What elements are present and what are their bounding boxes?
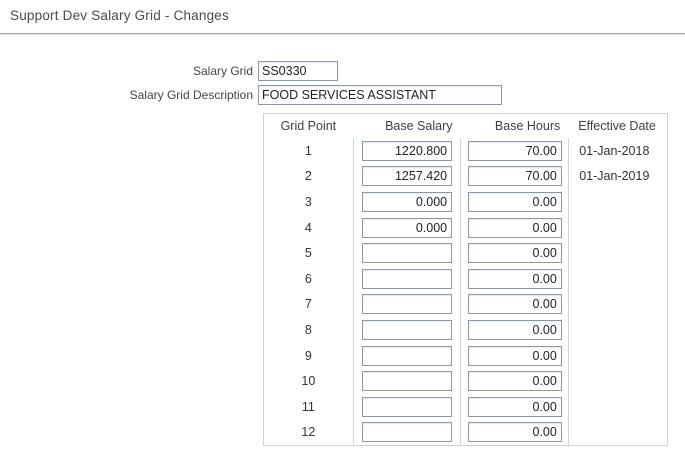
base-salary-input[interactable] <box>362 141 452 161</box>
grid-point-label: 1 <box>305 144 312 158</box>
grid-point-label: 5 <box>305 246 312 260</box>
table-row: 3 <box>264 189 667 215</box>
base-salary-input[interactable] <box>362 346 452 366</box>
grid-point-label: 3 <box>305 195 312 209</box>
table-row: 7 <box>264 292 667 318</box>
base-salary-input[interactable] <box>362 243 452 263</box>
table-row: 9 <box>264 343 667 369</box>
page-title: Support Dev Salary Grid - Changes <box>10 8 685 23</box>
table-row: 8 <box>264 317 667 343</box>
header-base-hours: Base Hours <box>461 119 569 133</box>
grid-point-label: 12 <box>301 425 315 439</box>
salary-grid-description-input[interactable] <box>258 85 502 105</box>
grid-point-label: 2 <box>305 169 312 183</box>
salary-grid-table-body: 1 01-Jan-2018 2 01-Jan-2019 3 <box>264 138 667 445</box>
table-row: 11 <box>264 394 667 420</box>
base-hours-input[interactable] <box>468 141 562 161</box>
table-row: 6 <box>264 266 667 292</box>
table-row: 12 <box>264 420 667 446</box>
salary-grid-table: Grid Point Base Salary Base Hours Effect… <box>263 113 668 446</box>
table-row: 10 <box>264 368 667 394</box>
base-hours-input[interactable] <box>468 371 562 391</box>
table-row: 1 01-Jan-2018 <box>264 138 667 164</box>
grid-point-label: 10 <box>301 374 315 388</box>
base-salary-input[interactable] <box>362 397 452 417</box>
base-hours-input[interactable] <box>468 269 562 289</box>
salary-grid-description-row: Salary Grid Description <box>0 85 685 105</box>
base-hours-input[interactable] <box>468 243 562 263</box>
grid-point-label: 11 <box>302 400 315 414</box>
header-grid-point: Grid Point <box>264 119 353 133</box>
salary-grid-form: Salary Grid Salary Grid Description <box>0 61 685 105</box>
base-hours-input[interactable] <box>468 346 562 366</box>
header-base-salary: Base Salary <box>353 119 461 133</box>
base-salary-input[interactable] <box>362 371 452 391</box>
table-row: 5 <box>264 240 667 266</box>
base-salary-input[interactable] <box>362 294 452 314</box>
base-salary-input[interactable] <box>362 320 452 340</box>
base-hours-input[interactable] <box>468 166 562 186</box>
base-hours-input[interactable] <box>468 218 562 238</box>
grid-point-label: 6 <box>305 272 312 286</box>
grid-point-label: 7 <box>305 297 312 311</box>
grid-point-label: 8 <box>305 323 312 337</box>
base-hours-input[interactable] <box>468 397 562 417</box>
base-salary-input[interactable] <box>362 166 452 186</box>
base-hours-input[interactable] <box>468 422 562 442</box>
salary-grid-table-header: Grid Point Base Salary Base Hours Effect… <box>264 114 667 138</box>
header-effective-date: Effective Date <box>568 119 667 133</box>
base-salary-input[interactable] <box>362 422 452 442</box>
base-salary-input[interactable] <box>362 192 452 212</box>
base-hours-input[interactable] <box>468 192 562 212</box>
salary-grid-label: Salary Grid <box>0 64 258 78</box>
grid-point-label: 9 <box>305 349 312 363</box>
base-hours-input[interactable] <box>468 320 562 340</box>
title-divider <box>0 33 685 35</box>
effective-date-label: 01-Jan-2018 <box>579 144 649 158</box>
base-salary-input[interactable] <box>362 269 452 289</box>
table-row: 4 <box>264 215 667 241</box>
base-hours-input[interactable] <box>468 294 562 314</box>
table-row: 2 01-Jan-2019 <box>264 164 667 190</box>
grid-point-label: 4 <box>305 221 312 235</box>
effective-date-label: 01-Jan-2019 <box>579 169 649 183</box>
salary-grid-description-label: Salary Grid Description <box>0 88 258 102</box>
salary-grid-row: Salary Grid <box>0 61 685 81</box>
base-salary-input[interactable] <box>362 218 452 238</box>
salary-grid-input[interactable] <box>258 61 338 81</box>
